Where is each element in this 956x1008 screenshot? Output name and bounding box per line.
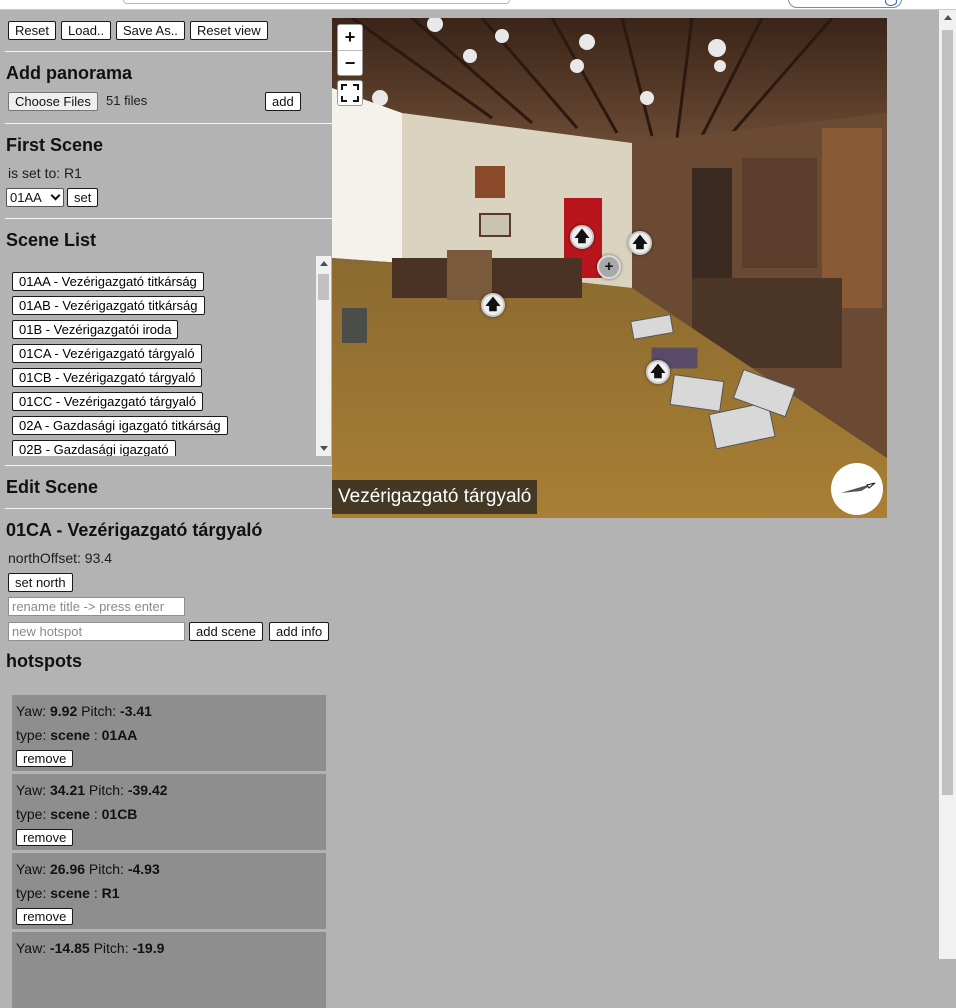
scene-item-01ab[interactable]: 01AB - Vezérigazgató titkárság bbox=[12, 296, 205, 315]
scene-hotspot-marker[interactable]: 🡅 bbox=[628, 231, 652, 255]
hotspot-type: type: scene : 01AA bbox=[16, 727, 138, 743]
scrollbar-thumb[interactable] bbox=[318, 274, 329, 300]
scene-item-01aa[interactable]: 01AA - Vezérigazgató titkárság bbox=[12, 272, 204, 291]
up-arrow-icon: 🡅 bbox=[650, 363, 666, 380]
zoom-control: + − bbox=[337, 24, 363, 76]
scene-title-overlay: Vezérigazgató tárgyaló bbox=[332, 480, 538, 514]
first-scene-heading: First Scene bbox=[6, 135, 104, 155]
page-scrollbar[interactable] bbox=[939, 10, 956, 959]
new-hotspot-input[interactable]: new hotspot bbox=[8, 622, 185, 641]
zoom-out-button[interactable]: − bbox=[338, 51, 362, 76]
divider bbox=[5, 218, 332, 219]
scene-hotspot-marker[interactable]: 🡅 bbox=[646, 360, 670, 384]
scene-item-01ca[interactable]: 01CA - Vezérigazgató tárgyaló bbox=[12, 344, 202, 363]
add-info-button[interactable]: add info bbox=[269, 622, 330, 641]
hotspot-type: type: scene : 01CB bbox=[16, 806, 138, 822]
profile-pill[interactable] bbox=[788, 0, 902, 8]
scene-hotspot-marker[interactable]: 🡅 bbox=[481, 293, 505, 317]
scroll-up-arrow-icon[interactable] bbox=[944, 15, 952, 20]
reset-button[interactable]: Reset bbox=[8, 21, 56, 40]
compass[interactable] bbox=[831, 463, 883, 515]
hotspot-card: Yaw: 9.92 Pitch: -3.41 type: scene : 01A… bbox=[12, 695, 326, 771]
zoom-in-button[interactable]: + bbox=[338, 25, 362, 51]
north-offset: northOffset: 93.4 bbox=[8, 550, 113, 566]
set-north-button[interactable]: set north bbox=[8, 573, 73, 592]
up-arrow-icon: 🡅 bbox=[632, 234, 648, 251]
remove-hotspot-button[interactable]: remove bbox=[16, 750, 74, 767]
scene-item-01cc[interactable]: 01CC - Vezérigazgató tárgyaló bbox=[12, 392, 204, 411]
add-scene-button[interactable]: add scene bbox=[189, 622, 263, 641]
first-scene-status: is set to: R1 bbox=[8, 165, 82, 181]
page-scrollbar-thumb[interactable] bbox=[942, 30, 953, 795]
set-first-scene-button[interactable]: set bbox=[67, 188, 99, 207]
scroll-up-arrow-icon[interactable] bbox=[320, 261, 328, 266]
choose-files-button[interactable]: Choose Files bbox=[8, 92, 98, 111]
divider bbox=[5, 465, 332, 466]
plus-icon: + bbox=[604, 258, 614, 275]
compass-needle-icon bbox=[841, 482, 876, 493]
reset-view-button[interactable]: Reset view bbox=[190, 21, 268, 40]
divider bbox=[5, 508, 332, 509]
hotspot-type: type: scene : R1 bbox=[16, 885, 120, 901]
hotspot-card: Yaw: 34.21 Pitch: -39.42 type: scene : 0… bbox=[12, 774, 326, 850]
fullscreen-icon bbox=[341, 84, 359, 102]
address-bar-edge bbox=[123, 0, 510, 4]
hotspot-coords: Yaw: 26.96 Pitch: -4.93 bbox=[16, 861, 160, 877]
first-scene-select-value: 01AA bbox=[10, 190, 42, 205]
scene-item-01cb[interactable]: 01CB - Vezérigazgató tárgyaló bbox=[12, 368, 203, 387]
edit-scene-title: 01CA - Vezérigazgató tárgyaló bbox=[6, 520, 263, 540]
up-arrow-icon: 🡅 bbox=[485, 296, 501, 313]
scene-item-02a[interactable]: 02A - Gazdasági igazgató titkárság bbox=[12, 416, 228, 435]
divider bbox=[5, 123, 332, 124]
hotspot-card: Yaw: 26.96 Pitch: -4.93 type: scene : R1… bbox=[12, 853, 326, 929]
load-button[interactable]: Load.. bbox=[61, 21, 112, 40]
hotspot-card: Yaw: -14.85 Pitch: -19.9 bbox=[12, 932, 326, 1008]
scene-list-heading: Scene List bbox=[6, 230, 97, 250]
scene-item-02b[interactable]: 02B - Gazdasági igazgató bbox=[12, 440, 176, 456]
fullscreen-button[interactable] bbox=[337, 80, 363, 106]
hotspot-coords: Yaw: 9.92 Pitch: -3.41 bbox=[16, 703, 152, 719]
remove-hotspot-button[interactable]: remove bbox=[16, 829, 74, 846]
scene-hotspot-marker[interactable]: 🡅 bbox=[570, 225, 594, 249]
scene-item-01b[interactable]: 01B - Vezérigazgatói iroda bbox=[12, 320, 179, 339]
add-panorama-heading: Add panorama bbox=[6, 63, 133, 83]
scene-list: 01AA - Vezérigazgató titkárság 01AB - Ve… bbox=[10, 265, 315, 456]
remove-hotspot-button[interactable]: remove bbox=[16, 908, 74, 925]
files-count: 51 files bbox=[106, 93, 148, 108]
scroll-down-arrow-icon[interactable] bbox=[320, 446, 328, 451]
info-hotspot-marker[interactable]: + bbox=[597, 255, 621, 279]
first-scene-select[interactable]: 01AA bbox=[6, 188, 64, 207]
edit-scene-heading: Edit Scene bbox=[6, 477, 99, 497]
hotspots-heading: hotspots bbox=[6, 651, 82, 671]
hotspot-coords: Yaw: -14.85 Pitch: -19.9 bbox=[16, 940, 165, 956]
scene-list-scrollbar[interactable] bbox=[316, 256, 331, 456]
divider bbox=[5, 51, 332, 52]
hotspot-coords: Yaw: 34.21 Pitch: -39.42 bbox=[16, 782, 168, 798]
up-arrow-icon: 🡅 bbox=[574, 228, 590, 245]
add-panorama-button[interactable]: add bbox=[265, 92, 301, 111]
profile-icon bbox=[885, 0, 897, 6]
save-as-button[interactable]: Save As.. bbox=[116, 21, 185, 40]
browser-top-strip bbox=[0, 0, 956, 10]
chevron-down-icon bbox=[50, 190, 61, 201]
rename-title-input[interactable]: rename title -> press enter bbox=[8, 597, 185, 616]
